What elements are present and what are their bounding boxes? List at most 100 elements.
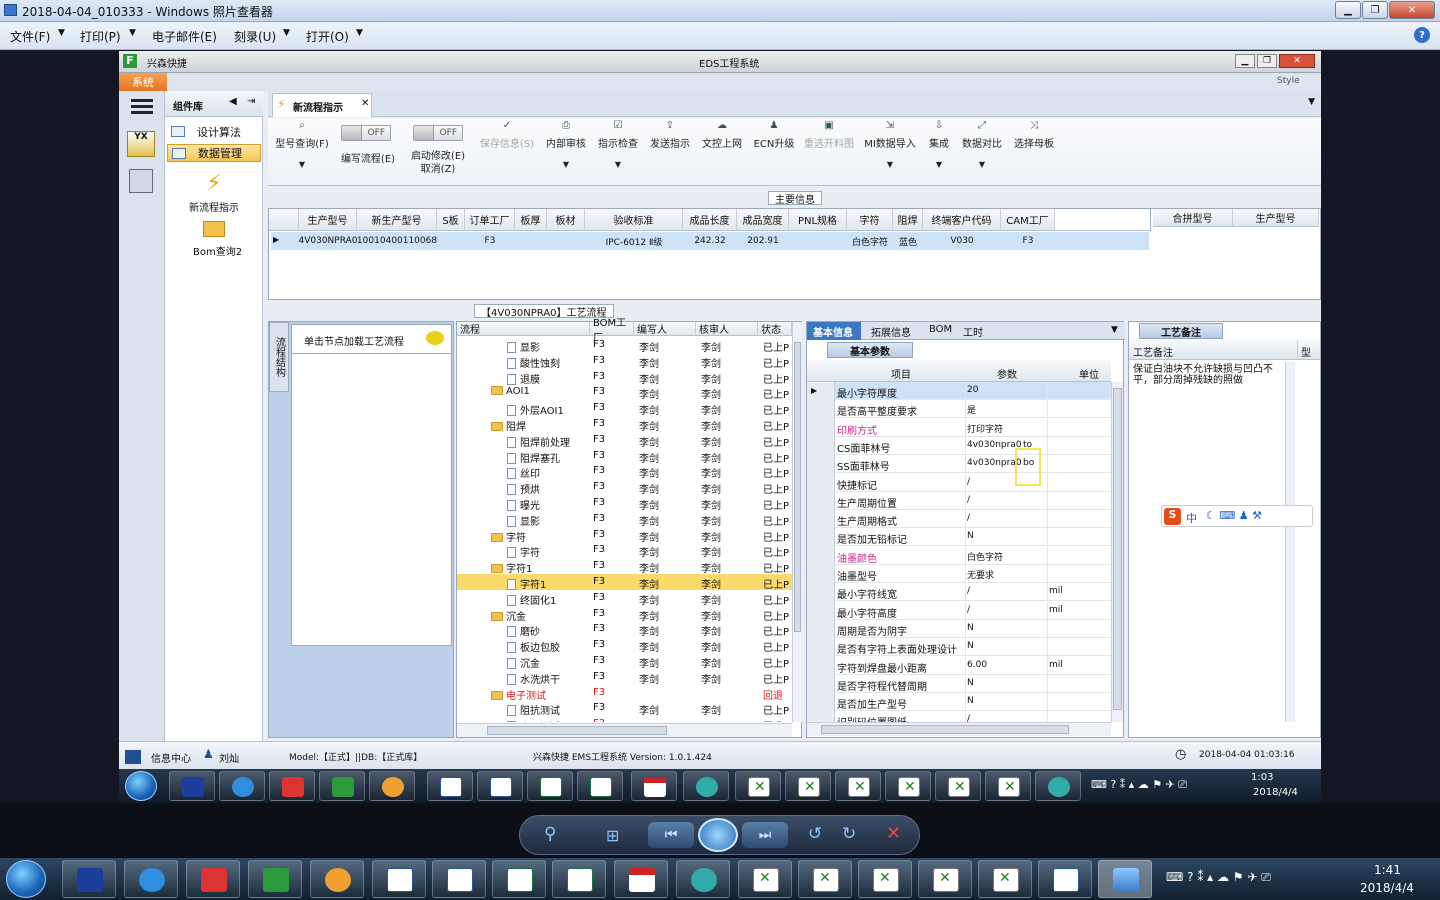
taskbar-x-6[interactable] xyxy=(985,771,1031,801)
props-vscrollbar[interactable] xyxy=(1111,382,1123,722)
menu-open[interactable]: 打开(O) xyxy=(306,28,349,45)
property-value[interactable]: 4v030npra0 xyxy=(967,440,1022,450)
library-item-data[interactable]: 数据管理 xyxy=(167,144,261,162)
chevron-left-icon[interactable]: ◀ xyxy=(229,96,237,107)
tab-bom[interactable]: BOM xyxy=(929,324,952,335)
menu-icon[interactable] xyxy=(131,99,153,115)
taskbar-x-5[interactable] xyxy=(978,860,1032,898)
check-instruction-button[interactable]: ☑ 指示检查 ▼ xyxy=(594,120,642,169)
ime-mode[interactable]: 中 xyxy=(1186,510,1197,526)
cell[interactable]: 242.32 xyxy=(683,233,737,249)
tab-extended-info[interactable]: 拓展信息 xyxy=(871,324,911,339)
taskbar-x-2[interactable] xyxy=(785,771,831,801)
style-label[interactable]: Style xyxy=(1277,76,1300,86)
props-hscrollbar[interactable] xyxy=(807,722,1111,736)
taskbar-word-2[interactable] xyxy=(477,771,523,801)
property-value[interactable]: N xyxy=(967,678,974,688)
tree-row[interactable]: 电子测试 F3 回退 xyxy=(457,685,792,702)
property-value[interactable]: 打印字符 xyxy=(967,422,1003,435)
tree-row[interactable]: 显影 F3 李剑 李剑 已上P xyxy=(457,511,792,528)
taskbar-x-4[interactable] xyxy=(918,860,972,898)
tree-row[interactable]: AOI1 F3 李剑 李剑 已上P xyxy=(457,384,792,401)
maximize-button[interactable]: ❐ xyxy=(1362,1,1388,19)
select-master-button[interactable]: ⤨ 选择母板 xyxy=(1010,120,1058,150)
property-row[interactable]: 生产周期格式 / xyxy=(835,510,1111,529)
col-header[interactable]: PNL规格 xyxy=(789,209,847,231)
calculator-icon[interactable] xyxy=(129,169,153,193)
tree-row[interactable]: 板边包胶 F3 李剑 李剑 已上P xyxy=(457,637,792,654)
property-row[interactable]: 印刷方式 打印字符 xyxy=(835,418,1111,437)
col-header[interactable]: 编写人 xyxy=(634,322,696,336)
cell[interactable]: 202.91 xyxy=(737,233,789,249)
craft-title[interactable]: 工艺备注 xyxy=(1139,323,1223,339)
taskbar-excel-1[interactable] xyxy=(492,860,546,898)
taskbar-f-app[interactable] xyxy=(248,860,302,898)
property-value[interactable]: N xyxy=(967,696,974,706)
tree-row[interactable]: 丝印 F3 李剑 李剑 已上P xyxy=(457,463,792,480)
property-row[interactable]: 最小字符高度 / mil xyxy=(835,601,1111,620)
tab-basic-info[interactable]: 基本信息 xyxy=(813,324,853,339)
reselect-cutting-button[interactable]: ▣ 重选开料图 xyxy=(800,120,858,150)
ecn-upgrade-button[interactable]: ♟ ECN升级 xyxy=(750,120,798,150)
property-value[interactable]: / xyxy=(967,586,970,596)
property-row[interactable]: 是否高平整度要求 是 xyxy=(835,400,1111,419)
publish-online-button[interactable]: ☁ 文控上网 xyxy=(698,120,746,150)
tree-row[interactable]: 电子测试 F3 回退 xyxy=(457,716,792,722)
col-header[interactable]: 合拼型号 xyxy=(1153,209,1233,227)
tree-row[interactable]: 预烘 F3 李剑 李剑 已上P xyxy=(457,479,792,496)
chevron-down-icon[interactable]: ▼ xyxy=(1111,325,1118,335)
cell[interactable]: 4V030NPRA0 xyxy=(299,233,358,249)
col-header[interactable]: 成品宽度 xyxy=(737,209,789,231)
mi-import-button[interactable]: ⇲ MI数据导入 ▼ xyxy=(862,120,918,169)
tree-row[interactable]: 阻焊塞孔 F3 李剑 李剑 已上P xyxy=(457,448,792,465)
library-item-design[interactable]: 设计算法 xyxy=(167,123,261,141)
cell[interactable]: 白色字符 xyxy=(847,233,893,249)
cell[interactable]: F3 xyxy=(1001,233,1055,249)
taskbar-save-app[interactable] xyxy=(62,860,116,898)
tab-working-hours[interactable]: 工时 xyxy=(963,324,983,339)
start-button[interactable] xyxy=(6,860,46,898)
property-row[interactable]: 生产周期位置 / xyxy=(835,491,1111,510)
next-icon[interactable]: ⏭ xyxy=(742,822,788,848)
col-header[interactable]: 订单工厂 xyxy=(465,209,515,231)
property-row[interactable]: SS面菲林号 4v030npra0 bo xyxy=(835,455,1111,474)
col-header[interactable]: 生产型号 xyxy=(299,209,357,231)
cell[interactable] xyxy=(515,233,547,249)
subtab-basic-params[interactable]: 基本参数 xyxy=(827,342,913,358)
taskbar-x-5[interactable] xyxy=(935,771,981,801)
taskbar-save-app[interactable] xyxy=(169,771,215,801)
taskbar-excel-2[interactable] xyxy=(552,860,606,898)
col-header[interactable]: 流程 xyxy=(457,322,590,336)
tree-row[interactable]: 终固化1 F3 李剑 李剑 已上P xyxy=(457,590,792,607)
property-row[interactable]: 识别码位置图纸 / xyxy=(835,711,1111,722)
col-header[interactable]: 终端客户代码 xyxy=(923,209,1001,231)
property-value[interactable]: / xyxy=(967,477,970,487)
col-header[interactable]: 状态 xyxy=(758,322,792,336)
tree-row[interactable]: 退膜 F3 李剑 李剑 已上P xyxy=(457,369,792,386)
cell[interactable]: V030 xyxy=(923,233,1001,249)
property-row[interactable]: 字符到焊盘最小距离 6.00 mil xyxy=(835,656,1111,675)
taskbar-f-app[interactable] xyxy=(319,771,365,801)
app-restore-button[interactable]: ❐ xyxy=(1257,54,1277,68)
tree-row[interactable]: 显影 F3 李剑 李剑 已上P xyxy=(457,337,792,354)
info-center[interactable]: 信息中心 xyxy=(151,750,191,765)
col-header[interactable]: 核审人 xyxy=(696,322,758,336)
tree-row[interactable]: 曝光 F3 李剑 李剑 已上P xyxy=(457,495,792,512)
tree-row[interactable]: 外层AOI1 F3 李剑 李剑 已上P xyxy=(457,400,792,417)
property-value[interactable]: 20 xyxy=(967,385,978,395)
taskbar-g-app[interactable] xyxy=(186,860,240,898)
col-header[interactable]: 板材 xyxy=(547,209,585,231)
app-minimize-button[interactable]: ▁ xyxy=(1235,54,1255,68)
property-value[interactable]: 无要求 xyxy=(967,568,994,581)
col-header[interactable]: BOM工厂 xyxy=(590,318,634,344)
tree-row[interactable]: 沉金 F3 李剑 李剑 已上P xyxy=(457,606,792,623)
property-row[interactable]: 周期是否为阴字 N xyxy=(835,619,1111,638)
tree-row[interactable]: 酸性蚀刻 F3 李剑 李剑 已上P xyxy=(457,353,792,370)
cell[interactable]: 蓝色 xyxy=(893,233,923,249)
taskbar-eye-app-2[interactable] xyxy=(1035,771,1081,801)
property-value[interactable]: 4v030npra0 xyxy=(967,458,1022,468)
cell[interactable] xyxy=(789,233,847,249)
close-button[interactable]: ✕ xyxy=(1389,1,1435,19)
property-row[interactable]: CS面菲林号 4v030npra0 to xyxy=(835,436,1111,455)
tree-hscrollbar[interactable] xyxy=(457,723,792,737)
